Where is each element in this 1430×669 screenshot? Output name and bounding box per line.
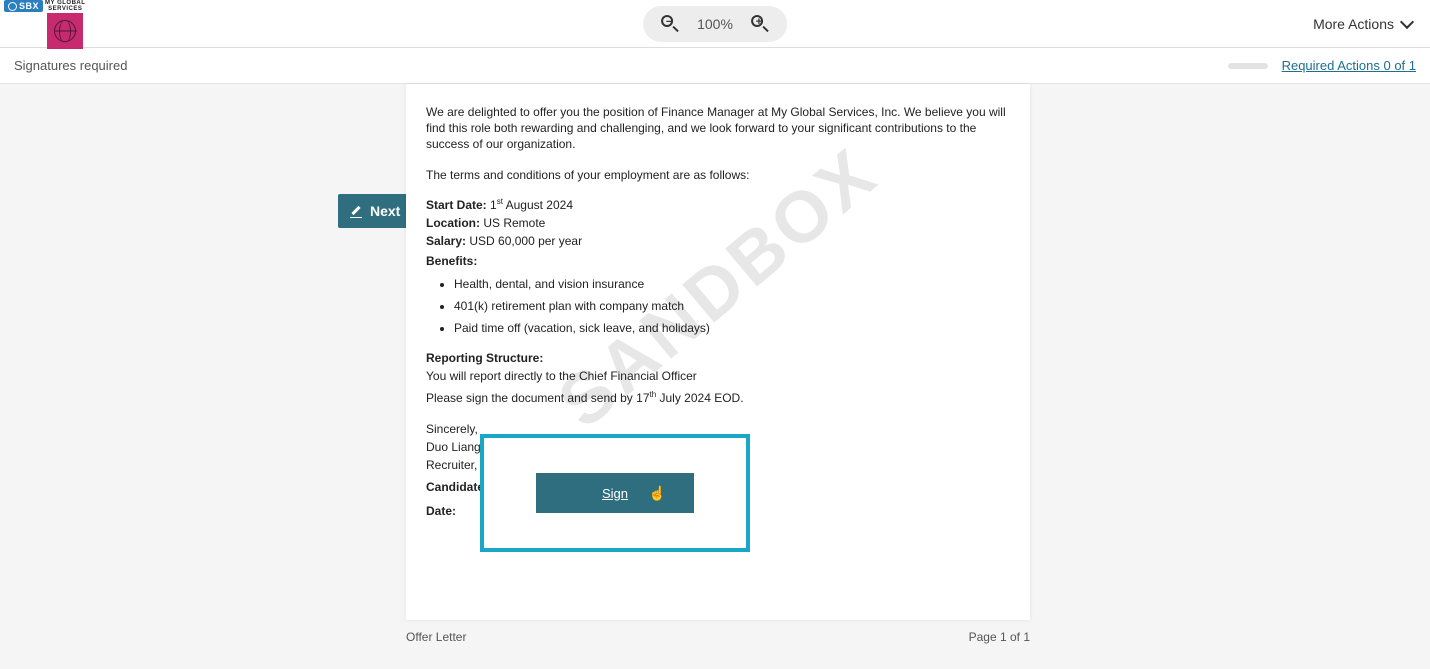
zoom-out-icon[interactable]: −	[661, 15, 679, 33]
chevron-down-icon	[1400, 14, 1414, 28]
brand-logo: SBX MY GLOBAL SERVICES	[0, 0, 85, 49]
sub-header: Signatures required Required Actions 0 o…	[0, 48, 1430, 84]
benefit-item: 401(k) retirement plan with company matc…	[454, 298, 1010, 314]
terms-heading: The terms and conditions of your employm…	[426, 167, 1010, 183]
zoom-control: − 100% +	[643, 6, 787, 42]
location-label: Location:	[426, 216, 480, 230]
salary-label: Salary:	[426, 234, 466, 248]
logo-stack: MY GLOBAL SERVICES	[45, 0, 85, 49]
page-footer: Offer Letter Page 1 of 1	[406, 624, 1030, 644]
location-value: US Remote	[480, 216, 545, 230]
pointer-cursor-icon: ☝	[649, 485, 666, 502]
salary-row: Salary: USD 60,000 per year	[426, 233, 1010, 249]
document-content: We are delighted to offer you the positi…	[426, 104, 1010, 473]
sub-header-right: Required Actions 0 of 1	[1228, 58, 1416, 73]
start-date-pre: 1	[487, 198, 497, 212]
document-viewport: Next SANDBOX We are delighted to offer y…	[0, 84, 1430, 669]
signature-status: Signatures required	[14, 58, 127, 73]
intro-paragraph: We are delighted to offer you the positi…	[426, 104, 1010, 153]
start-date-label: Start Date:	[426, 198, 487, 212]
globe-icon	[54, 20, 76, 42]
top-header: SBX MY GLOBAL SERVICES − 100% + More Act…	[0, 0, 1430, 48]
signature-box[interactable]: Sign ☝	[480, 434, 750, 552]
sign-request-post: July 2024 EOD.	[656, 391, 743, 405]
next-button[interactable]: Next	[338, 194, 412, 228]
benefit-item: Health, dental, and vision insurance	[454, 276, 1010, 292]
benefit-item: Paid time off (vacation, sick leave, and…	[454, 320, 1010, 336]
salary-value: USD 60,000 per year	[466, 234, 582, 248]
document-name: Offer Letter	[406, 630, 466, 644]
sign-request-pre: Please sign the document and send by 17	[426, 391, 650, 405]
logo-text-line2: SERVICES	[48, 6, 82, 12]
document-page: SANDBOX We are delighted to offer you th…	[406, 84, 1030, 620]
progress-indicator	[1228, 63, 1268, 69]
benefits-label: Benefits:	[426, 253, 1010, 269]
zoom-in-icon[interactable]: +	[751, 15, 769, 33]
more-actions-label: More Actions	[1313, 16, 1394, 32]
start-date-row: Start Date: 1st August 2024	[426, 197, 1010, 213]
pen-icon	[350, 204, 364, 218]
benefits-list: Health, dental, and vision insurance 401…	[454, 276, 1010, 337]
required-actions-link[interactable]: Required Actions 0 of 1	[1282, 58, 1416, 73]
next-button-label: Next	[370, 203, 400, 219]
sbx-badge: SBX	[4, 0, 43, 12]
reporting-label: Reporting Structure:	[426, 350, 1010, 366]
sign-button-label: Sign	[602, 486, 628, 501]
page-indicator: Page 1 of 1	[969, 630, 1030, 644]
more-actions-dropdown[interactable]: More Actions	[1313, 16, 1412, 32]
date-label: Date:	[426, 504, 456, 518]
location-row: Location: US Remote	[426, 215, 1010, 231]
reporting-value: You will report directly to the Chief Fi…	[426, 368, 1010, 384]
logo-square	[47, 13, 83, 49]
sign-button[interactable]: Sign ☝	[536, 473, 694, 513]
sign-request: Please sign the document and send by 17t…	[426, 390, 1010, 406]
start-date-post: August 2024	[503, 198, 573, 212]
zoom-level: 100%	[697, 16, 733, 32]
